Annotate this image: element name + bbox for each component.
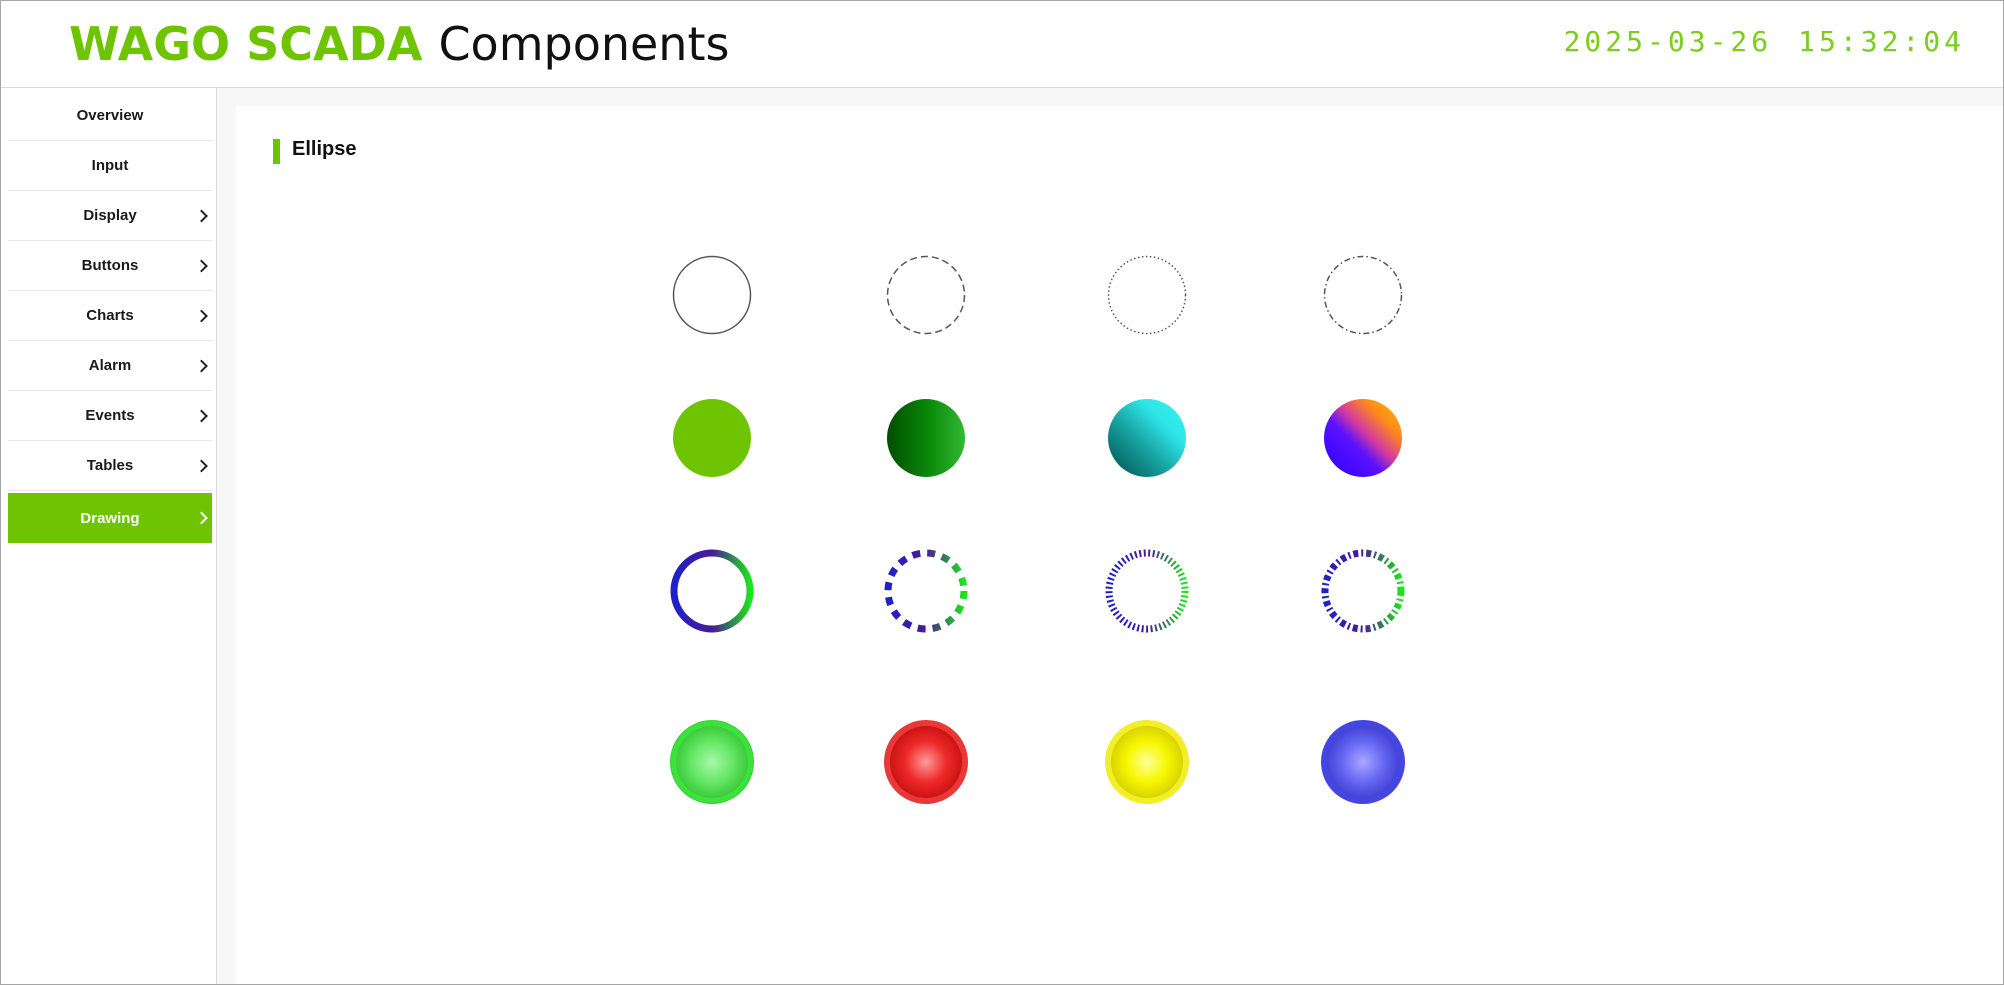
sidebar-item-display[interactable]: Display <box>8 191 212 241</box>
ellipse-outline-solid[interactable] <box>672 255 752 335</box>
chevron-right-icon <box>195 511 208 525</box>
chevron-right-icon <box>195 459 208 472</box>
ellipse-lamp-green[interactable] <box>670 720 754 804</box>
section-accent-bar <box>273 139 280 164</box>
ellipse-fill-green[interactable] <box>673 399 751 477</box>
lamp-blue-inner <box>1327 726 1399 798</box>
lamp-yellow-inner <box>1111 726 1183 798</box>
ellipse-ring-gradient-solid-graphic <box>670 549 754 633</box>
sidebar: Overview Input Display Buttons Charts Al… <box>1 88 217 984</box>
sidebar-item-label: Overview <box>76 107 144 124</box>
sidebar-item-input[interactable]: Input <box>8 141 212 191</box>
ellipse-lamp-yellow[interactable] <box>1105 720 1189 804</box>
sidebar-item-label: Input <box>91 157 129 174</box>
ellipse-ring-gradient-dashed-graphic <box>884 549 968 633</box>
app-title: WAGO SCADA Components <box>69 17 729 71</box>
ellipse-outline-dotted[interactable] <box>1107 255 1187 335</box>
chevron-right-icon <box>195 359 208 372</box>
sidebar-item-events[interactable]: Events <box>8 391 212 441</box>
ellipse-outline-solid-graphic <box>672 255 752 335</box>
ellipse-ring-gradient-mixed-dashed[interactable] <box>1320 548 1406 634</box>
ellipse-ring-gradient-dashed[interactable] <box>883 548 969 634</box>
sidebar-item-tables[interactable]: Tables <box>8 441 212 491</box>
ellipse-fill-cyan-gradient[interactable] <box>1108 399 1186 477</box>
ellipse-ring-gradient-fine-dashed[interactable] <box>1104 548 1190 634</box>
brand-name: WAGO SCADA <box>69 17 423 71</box>
sidebar-item-charts[interactable]: Charts <box>8 291 212 341</box>
section-title: Ellipse <box>292 138 357 160</box>
ellipse-fill-dark-green-gradient[interactable] <box>887 399 965 477</box>
chevron-right-icon <box>195 309 208 322</box>
ellipse-ring-gradient-mixed-dashed-graphic <box>1321 549 1405 633</box>
header: WAGO SCADA Components 2025-03-26 15:32:04 <box>1 1 2003 88</box>
ellipse-ring-gradient-fine-dashed-graphic <box>1105 549 1189 633</box>
sidebar-item-label: Display <box>83 207 137 224</box>
ellipse-outline-dotted-graphic <box>1107 255 1187 335</box>
chevron-right-icon <box>195 209 208 222</box>
sidebar-item-label: Events <box>85 407 135 424</box>
app-subtitle: Components <box>438 17 730 71</box>
ellipse-outline-dash-dot-graphic <box>1323 255 1403 335</box>
content-card <box>236 106 2003 984</box>
ellipse-fill-rainbow-gradient[interactable] <box>1324 399 1402 477</box>
ellipse-lamp-blue[interactable] <box>1321 720 1405 804</box>
sidebar-item-label: Charts <box>86 307 134 324</box>
lamp-red-inner <box>890 726 962 798</box>
chevron-right-icon <box>195 259 208 272</box>
lamp-green-inner <box>676 726 748 798</box>
sidebar-item-overview[interactable]: Overview <box>8 91 212 141</box>
date-display: 2025-03-26 <box>1563 25 1773 58</box>
sidebar-item-buttons[interactable]: Buttons <box>8 241 212 291</box>
ellipse-lamp-red[interactable] <box>884 720 968 804</box>
app-window: WAGO SCADA Components 2025-03-26 15:32:04 … <box>0 0 2004 985</box>
sidebar-item-alarm[interactable]: Alarm <box>8 341 212 391</box>
ellipse-ring-gradient-solid[interactable] <box>669 548 755 634</box>
time-display: 15:32:04 <box>1798 25 1965 58</box>
chevron-right-icon <box>195 409 208 422</box>
sidebar-item-label: Alarm <box>88 357 132 374</box>
sidebar-item-label: Buttons <box>81 257 139 274</box>
datetime-display: 2025-03-26 15:32:04 <box>1564 25 1965 58</box>
ellipse-outline-dash-dot[interactable] <box>1323 255 1403 335</box>
sidebar-item-label: Tables <box>86 457 134 474</box>
sidebar-item-drawing[interactable]: Drawing <box>8 493 212 543</box>
sidebar-item-label: Drawing <box>80 509 140 527</box>
ellipse-outline-dashed[interactable] <box>886 255 966 335</box>
ellipse-outline-dashed-graphic <box>886 255 966 335</box>
